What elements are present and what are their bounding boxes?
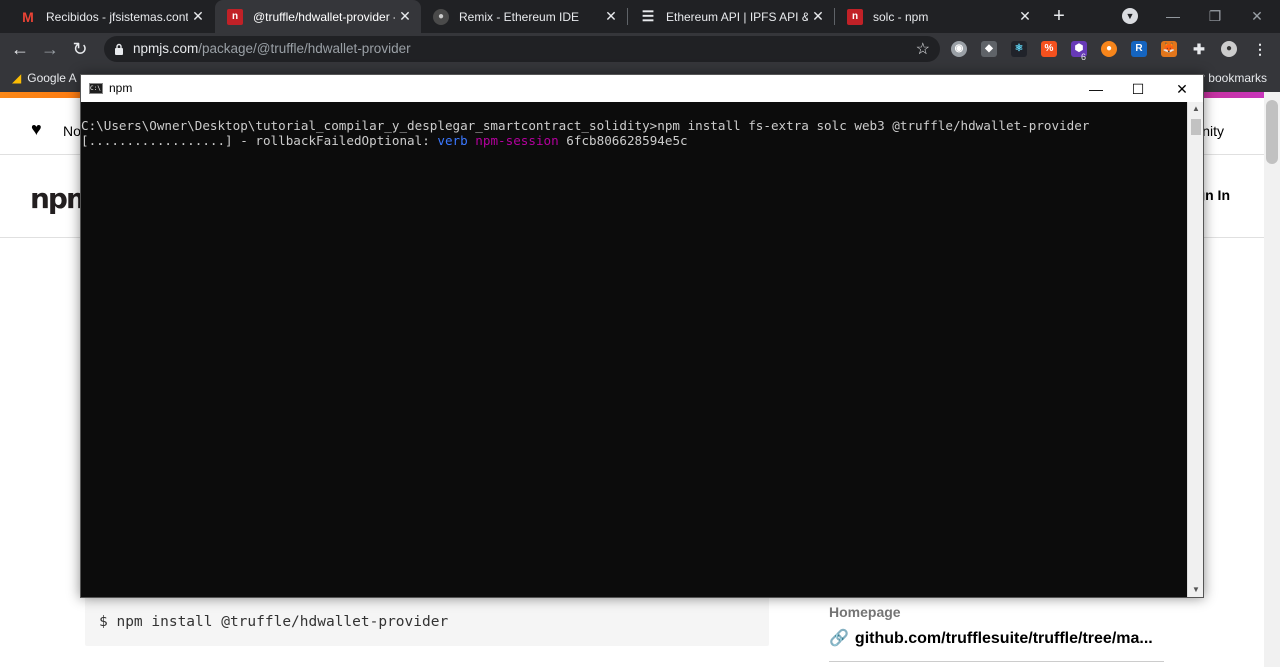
session-label: npm-session [475,133,559,148]
console-progress-line: [..................] - rollbackFailedOpt… [81,133,1187,148]
scrollbar-thumb[interactable] [1191,119,1201,135]
puzzle-extension-icon[interactable]: ◆ [981,41,997,57]
translate-extension-icon[interactable]: % [1041,41,1057,57]
close-icon[interactable]: ✕ [808,8,828,25]
infura-icon: ☰ [641,8,655,24]
session-id: 6fcb806628594e5c [566,133,688,148]
maximize-icon[interactable]: ☐ [1127,78,1149,100]
tab-remix[interactable]: ● Remix - Ethereum IDE ✕ [421,0,627,33]
react-devtools-icon[interactable]: ⚛ [1011,41,1027,57]
homepage-link[interactable]: 🔗 github.com/trufflesuite/truffle/tree/ma… [829,628,1153,648]
remix-icon: ● [433,8,449,25]
tab-title: solc - npm [873,9,929,24]
extensions-icon[interactable]: ✚ [1191,41,1207,57]
page-scrollbar[interactable] [1264,92,1280,667]
avatar[interactable]: ● [1221,41,1237,57]
homepage-url: github.com/trufflesuite/truffle/tree/ma.… [854,630,1153,647]
heart-icon[interactable]: ♥ [31,119,42,140]
tab-solc[interactable]: n solc - npm ✕ [835,0,1041,33]
link-icon: 🔗 [829,630,849,647]
tab-gmail[interactable]: M Recibidos - jfsistemas.contact ✕ [8,0,214,33]
close-icon[interactable]: ✕ [188,8,208,25]
bookmark-star-icon[interactable]: ☆ [916,39,930,59]
bookmark-google-ads[interactable]: ◢ Google A [12,71,77,85]
minimize-icon[interactable]: — [1085,78,1107,100]
menu-dots-icon[interactable]: ⋮ [1252,41,1268,57]
other-bookmarks[interactable]: r bookmarks [1201,71,1267,85]
scroll-up-icon[interactable]: ▲ [1188,102,1204,116]
nav-community-link[interactable]: nity [1202,123,1224,139]
tab-infura[interactable]: ☰ Ethereum API | IPFS API & Ga ✕ [628,0,834,33]
gmail-icon: M [22,8,34,25]
minimize-icon[interactable]: — [1163,6,1183,26]
other-bookmarks-label: r bookmarks [1200,71,1267,85]
url-path: /package/@truffle/hdwallet-provider [198,41,411,56]
tab-title: Recibidos - jfsistemas.contact [46,9,188,24]
nav-left-text[interactable]: No [63,123,81,139]
console-output[interactable]: C:\Users\Owner\Desktop\tutorial_compilar… [81,102,1187,597]
url-text: npmjs.com/package/@truffle/hdwallet-prov… [133,41,411,56]
close-icon[interactable]: ✕ [1015,8,1035,25]
install-command-text: $ npm install @truffle/hdwallet-provider [99,614,449,630]
tab-hdwallet-provider[interactable]: n @truffle/hdwallet-provider - ✕ [215,0,421,33]
console-window[interactable]: C:\ npm — ☐ ✕ C:\Users\Owner\Desktop\tut… [80,74,1204,598]
address-bar[interactable]: npmjs.com/package/@truffle/hdwallet-prov… [104,36,940,62]
bookmark-label: Google A [27,71,77,85]
lock-icon [115,43,123,55]
camera-extension-icon[interactable]: ◉ [951,41,967,57]
extension-badge: 6 [1081,52,1087,62]
homepage-label: Homepage [829,604,901,620]
google-ads-icon: ◢ [12,71,22,85]
npm-icon: n [227,8,243,25]
close-icon[interactable]: ✕ [601,8,621,25]
close-window-icon[interactable]: ✕ [1247,6,1267,26]
tab-title: Ethereum API | IPFS API & Ga [666,9,808,24]
fox-extension-icon[interactable]: ● [1101,41,1117,57]
scroll-down-icon[interactable]: ▼ [1188,583,1204,597]
tab-search-icon[interactable]: ▼ [1122,8,1138,24]
close-icon[interactable]: ✕ [1171,78,1193,100]
r-extension-icon[interactable]: R [1131,41,1147,57]
reload-icon[interactable]: ↻ [69,38,91,60]
console-command-line: C:\Users\Owner\Desktop\tutorial_compilar… [81,118,1090,133]
restore-icon[interactable]: ❐ [1205,6,1225,26]
metamask-icon[interactable]: 🦊 [1161,41,1177,57]
tab-strip: M Recibidos - jfsistemas.contact ✕ n @tr… [0,0,1280,33]
scrollbar-thumb[interactable] [1266,100,1278,164]
divider [829,661,1164,662]
forward-icon[interactable]: → [39,38,61,60]
back-icon[interactable]: ← [9,38,31,60]
browser-toolbar: ← → ↻ npmjs.com/package/@truffle/hdwalle… [0,33,1280,65]
tab-title: @truffle/hdwallet-provider - [253,9,395,24]
npm-icon: n [847,8,863,25]
console-title: npm [109,81,133,95]
new-tab-button[interactable]: + [1048,5,1070,27]
console-scrollbar[interactable]: ▲ ▼ [1187,102,1203,597]
install-command-box[interactable]: $ npm install @truffle/hdwallet-provider [85,594,769,646]
close-icon[interactable]: ✕ [395,8,415,25]
url-host: npmjs.com [133,41,199,56]
verb-label: verb [437,133,468,148]
console-titlebar[interactable]: C:\ npm — ☐ ✕ [81,75,1203,102]
console-app-icon: C:\ [89,83,103,94]
tab-title: Remix - Ethereum IDE [459,9,580,24]
progress-text: [..................] - rollbackFailedOpt… [81,133,438,148]
